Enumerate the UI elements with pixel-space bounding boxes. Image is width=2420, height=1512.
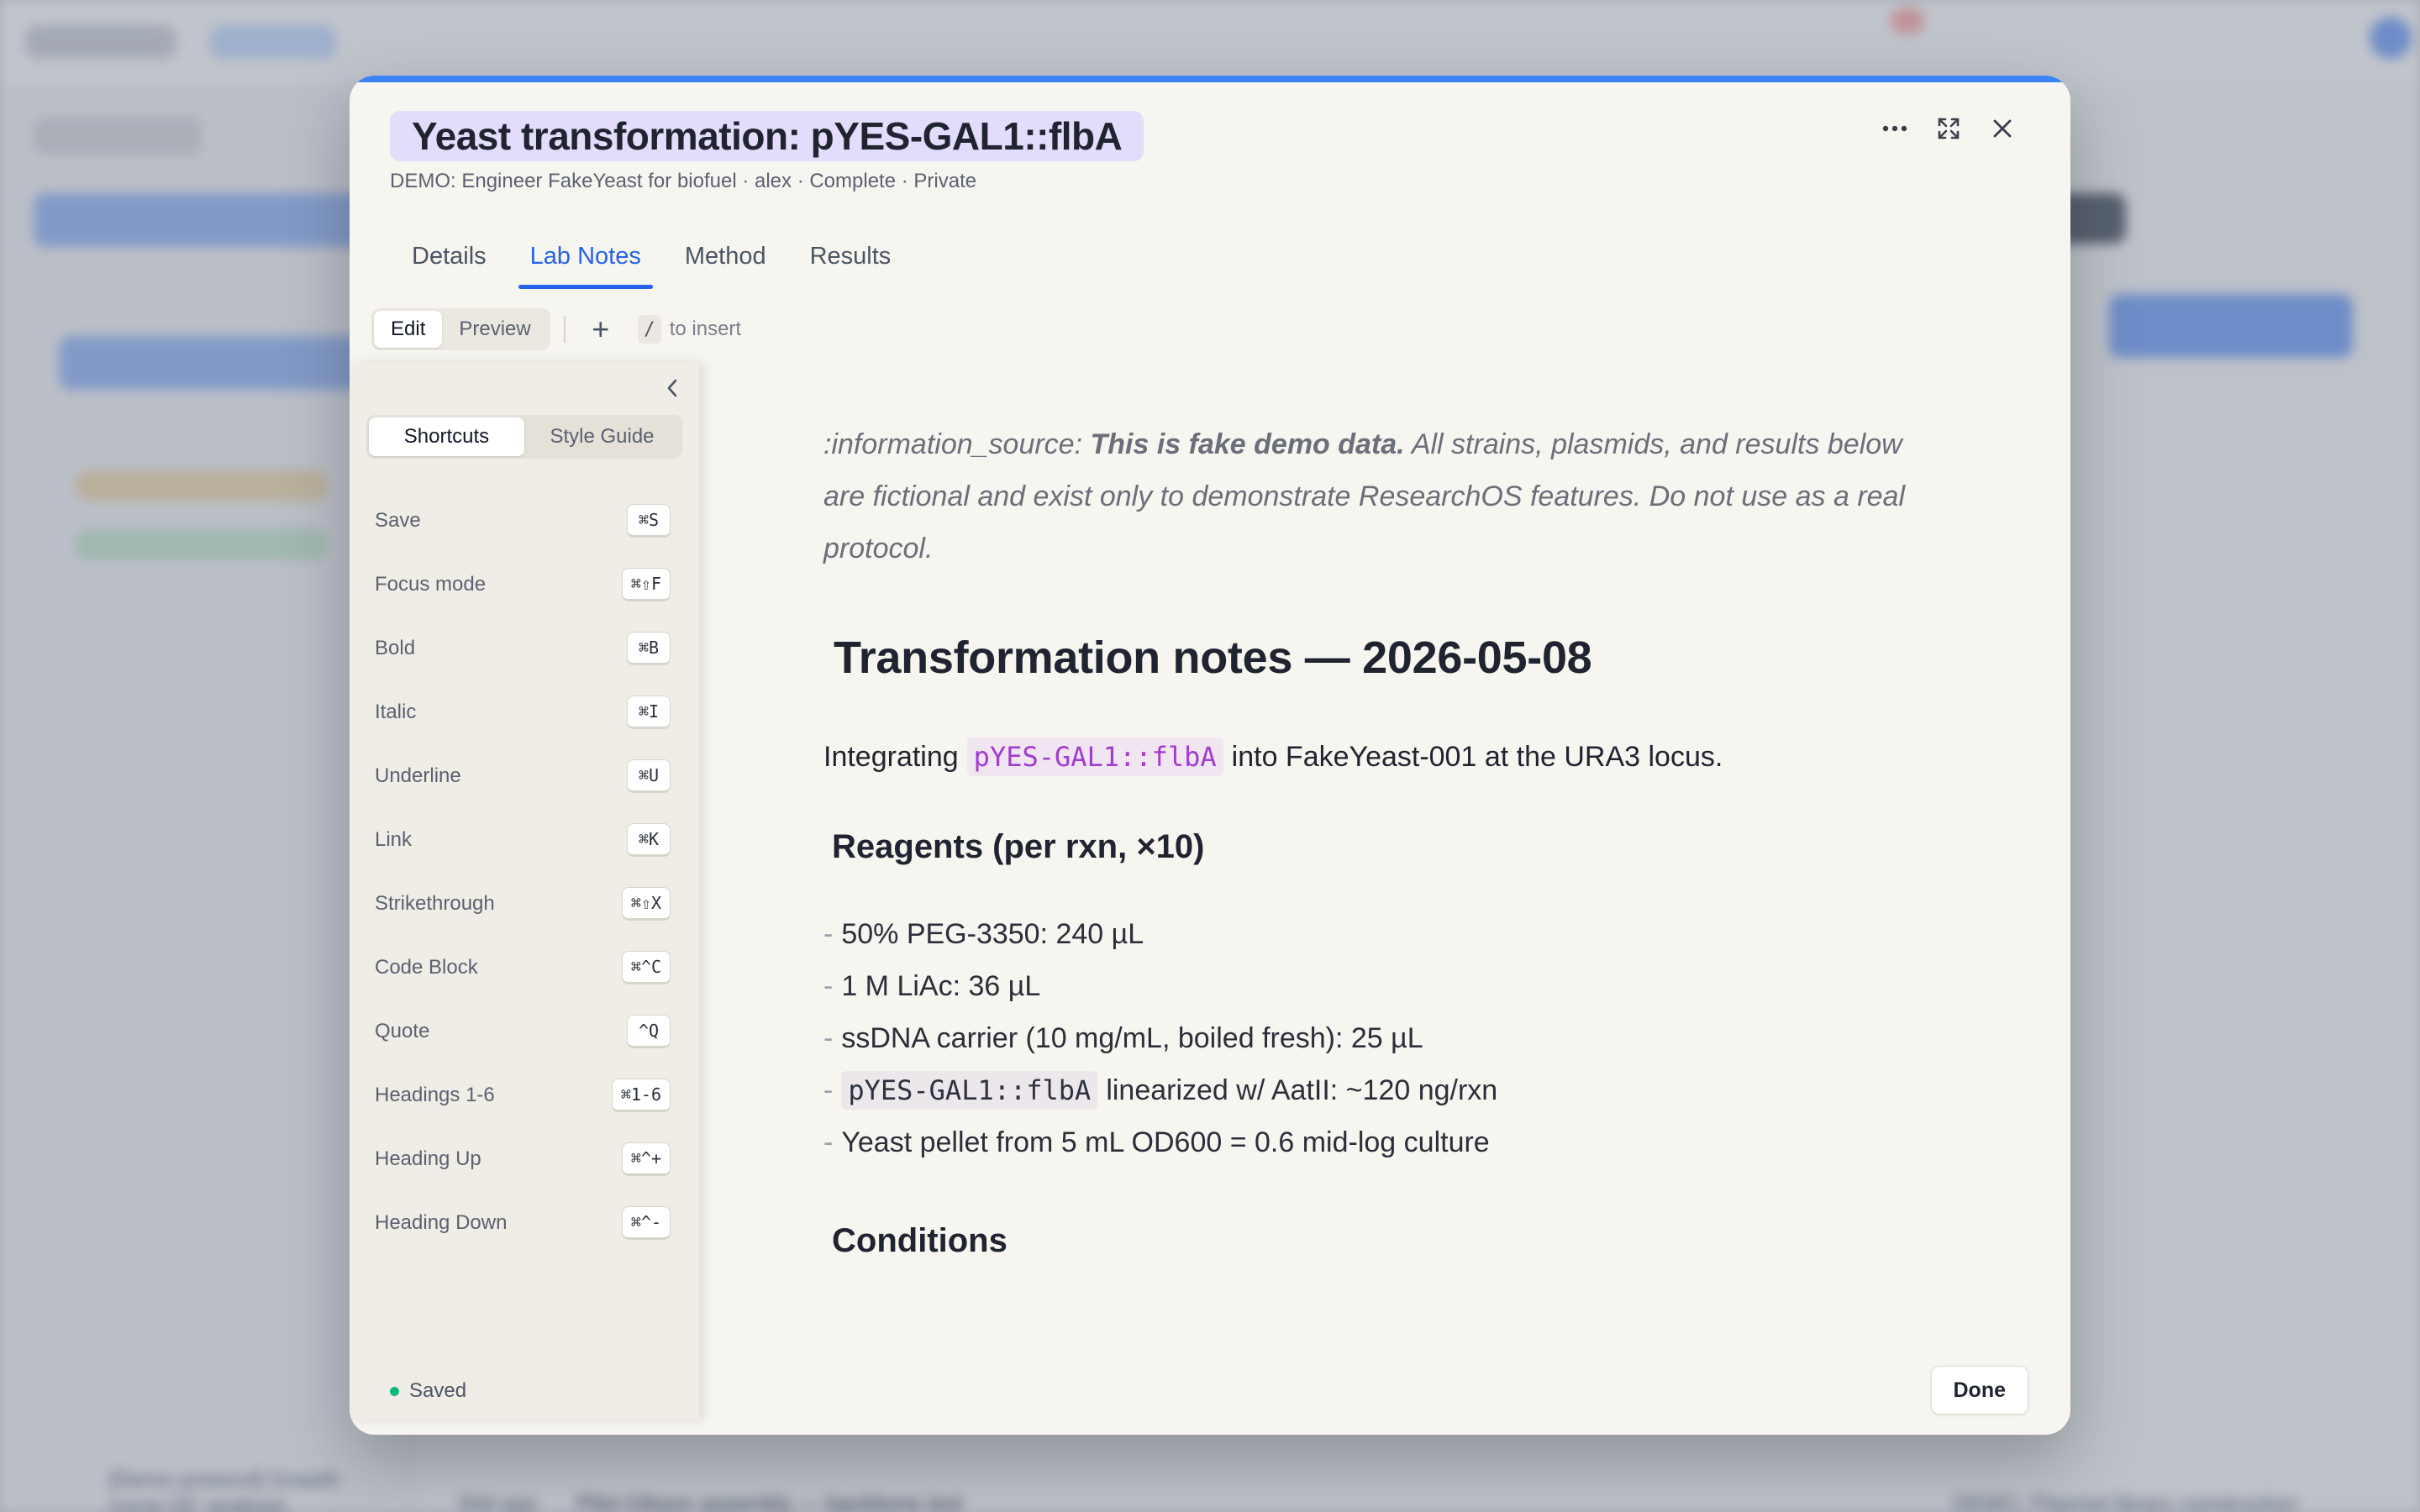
tab-style-guide[interactable]: Style Guide bbox=[524, 417, 680, 456]
shortcut-label: Bold bbox=[375, 637, 416, 659]
shortcut-keys: ⌘^+ bbox=[621, 1142, 671, 1176]
shortcut-keys: ⌘I bbox=[627, 696, 671, 729]
shortcut-row: Code Block ⌘^C bbox=[375, 936, 671, 1000]
notes-heading: Transformation notes — 2026-05-08 bbox=[834, 633, 1592, 683]
shortcut-label: Strikethrough bbox=[375, 892, 495, 915]
tab-lab-notes[interactable]: Lab Notes bbox=[508, 223, 663, 289]
shortcut-row: Headings 1-6 ⌘1-6 bbox=[375, 1063, 671, 1127]
shortcut-label: Code Block bbox=[375, 956, 478, 979]
shortcut-label: Heading Up bbox=[375, 1147, 481, 1170]
shortcut-label: Italic bbox=[375, 701, 417, 723]
modal-accent-bar bbox=[350, 76, 2070, 82]
shortcut-label: Heading Down bbox=[375, 1211, 508, 1234]
edit-button[interactable]: Edit bbox=[374, 311, 443, 348]
shortcut-label: Focus mode bbox=[375, 573, 487, 596]
editor-toolbar: Edit Preview + / to insert bbox=[371, 308, 741, 350]
shortcut-keys: ⌘⇧X bbox=[621, 887, 671, 921]
reagents-heading: Reagents (per rxn, ×10) bbox=[832, 828, 1205, 865]
shortcut-row: Focus mode ⌘⇧F bbox=[375, 553, 671, 617]
save-status-label: Saved bbox=[409, 1379, 467, 1402]
shortcut-keys: ⌘1-6 bbox=[611, 1079, 671, 1112]
tab-method[interactable]: Method bbox=[663, 223, 788, 289]
save-status: Saved bbox=[390, 1379, 466, 1403]
notice-bold: This is fake demo data. bbox=[1090, 428, 1405, 460]
intro-text-before: Integrating bbox=[823, 740, 959, 773]
shortcut-keys: ⌘^C bbox=[621, 951, 671, 984]
conditions-heading: Conditions bbox=[832, 1222, 1007, 1259]
title-highlight: Yeast transformation: pYES-GAL1::flbA bbox=[390, 111, 1144, 161]
modal-subtitle: DEMO: Engineer FakeYeast for biofuel · a… bbox=[390, 170, 977, 192]
shortcut-row: Bold ⌘B bbox=[375, 617, 671, 680]
shortcut-row: Heading Down ⌘^- bbox=[375, 1191, 671, 1255]
shortcut-row: Underline ⌘U bbox=[375, 744, 671, 808]
shortcut-row: Italic ⌘I bbox=[375, 680, 671, 744]
shortcut-label: Link bbox=[375, 828, 413, 851]
modal-title[interactable]: Yeast transformation: pYES-GAL1::flbA bbox=[412, 113, 1123, 159]
list-item: - ssDNA carrier (10 mg/mL, boiled fresh):… bbox=[823, 1021, 1423, 1054]
insert-hint: to insert bbox=[669, 318, 742, 340]
shortcut-label: Save bbox=[375, 509, 421, 532]
tab-details[interactable]: Details bbox=[390, 223, 508, 289]
shortcut-keys: ^Q bbox=[627, 1015, 671, 1048]
demo-data-notice: :information_source: This is fake demo d… bbox=[823, 418, 1924, 575]
shortcut-keys: ⌘U bbox=[627, 759, 671, 793]
list-item: -50% PEG-3350: 240 µL bbox=[823, 917, 1144, 950]
expand-icon[interactable] bbox=[1933, 113, 1965, 144]
insert-plus-icon[interactable]: + bbox=[584, 312, 618, 347]
list-item: -1 M LiAc: 36 µL bbox=[823, 969, 1041, 1002]
header-actions bbox=[1879, 113, 2018, 144]
panel-tab-toggle: Shortcuts Style Guide bbox=[366, 415, 682, 459]
shortcut-keys: ⌘^- bbox=[621, 1206, 671, 1240]
intro-text-after: into FakeYeast-001 at the URA3 locus. bbox=[1231, 740, 1723, 773]
close-icon[interactable] bbox=[1986, 113, 2018, 144]
shortcut-keys: ⌘B bbox=[627, 632, 671, 665]
shortcuts-panel: Shortcuts Style Guide Save ⌘S Focus mode ⌘… bbox=[350, 363, 699, 1420]
shortcut-list: Save ⌘S Focus mode ⌘⇧F Bold ⌘B Italic ⌘I Und… bbox=[375, 489, 671, 1255]
shortcut-row: Link ⌘K bbox=[375, 808, 671, 872]
list-item: - pYES-GAL1::flbA linearized w/ AatII: ~12… bbox=[823, 1064, 1924, 1116]
modal-tabs: Details Lab Notes Method Results bbox=[390, 223, 913, 289]
shortcut-row: Quote ^Q bbox=[375, 1000, 671, 1063]
shortcut-row: Heading Up ⌘^+ bbox=[375, 1127, 671, 1191]
information-source-text: :information_source: bbox=[823, 428, 1083, 460]
lab-notes-editor[interactable]: :information_source: This is fake demo d… bbox=[823, 418, 1924, 1260]
shortcut-row: Strikethrough ⌘⇧X bbox=[375, 872, 671, 936]
status-dot-icon bbox=[390, 1386, 399, 1396]
shortcut-keys: ⌘⇧F bbox=[621, 568, 671, 601]
toolbar-divider bbox=[563, 316, 566, 343]
tab-shortcuts[interactable]: Shortcuts bbox=[369, 417, 524, 456]
shortcut-keys: ⌘K bbox=[627, 823, 671, 857]
shortcut-label: Quote bbox=[375, 1020, 430, 1042]
shortcut-label: Underline bbox=[375, 764, 461, 787]
shortcut-keys: ⌘S bbox=[627, 504, 671, 538]
experiment-modal: Yeast transformation: pYES-GAL1::flbA DE… bbox=[350, 76, 2070, 1435]
list-item: - Yeast pellet from 5 mL OD600 = 0.6 mid-… bbox=[823, 1126, 1490, 1158]
plasmid-code: pYES-GAL1::flbA bbox=[966, 738, 1223, 776]
done-button[interactable]: Done bbox=[1930, 1366, 2028, 1415]
more-horizontal-icon[interactable] bbox=[1879, 113, 1911, 144]
shortcut-row: Save ⌘S bbox=[375, 489, 671, 553]
reagents-list: -50% PEG-3350: 240 µL -1 M LiAc: 36 µL -… bbox=[823, 908, 1924, 1168]
chevron-left-icon[interactable] bbox=[655, 371, 689, 405]
intro-paragraph: Integrating pYES-GAL1::flbA into FakeYea… bbox=[823, 738, 1924, 776]
preview-button[interactable]: Preview bbox=[442, 311, 547, 348]
edit-preview-toggle: Edit Preview bbox=[371, 308, 550, 350]
plasmid-code: pYES-GAL1::flbA bbox=[841, 1071, 1098, 1110]
shortcut-label: Headings 1-6 bbox=[375, 1084, 495, 1106]
tab-results[interactable]: Results bbox=[788, 223, 913, 289]
slash-key-hint: / bbox=[637, 315, 661, 344]
